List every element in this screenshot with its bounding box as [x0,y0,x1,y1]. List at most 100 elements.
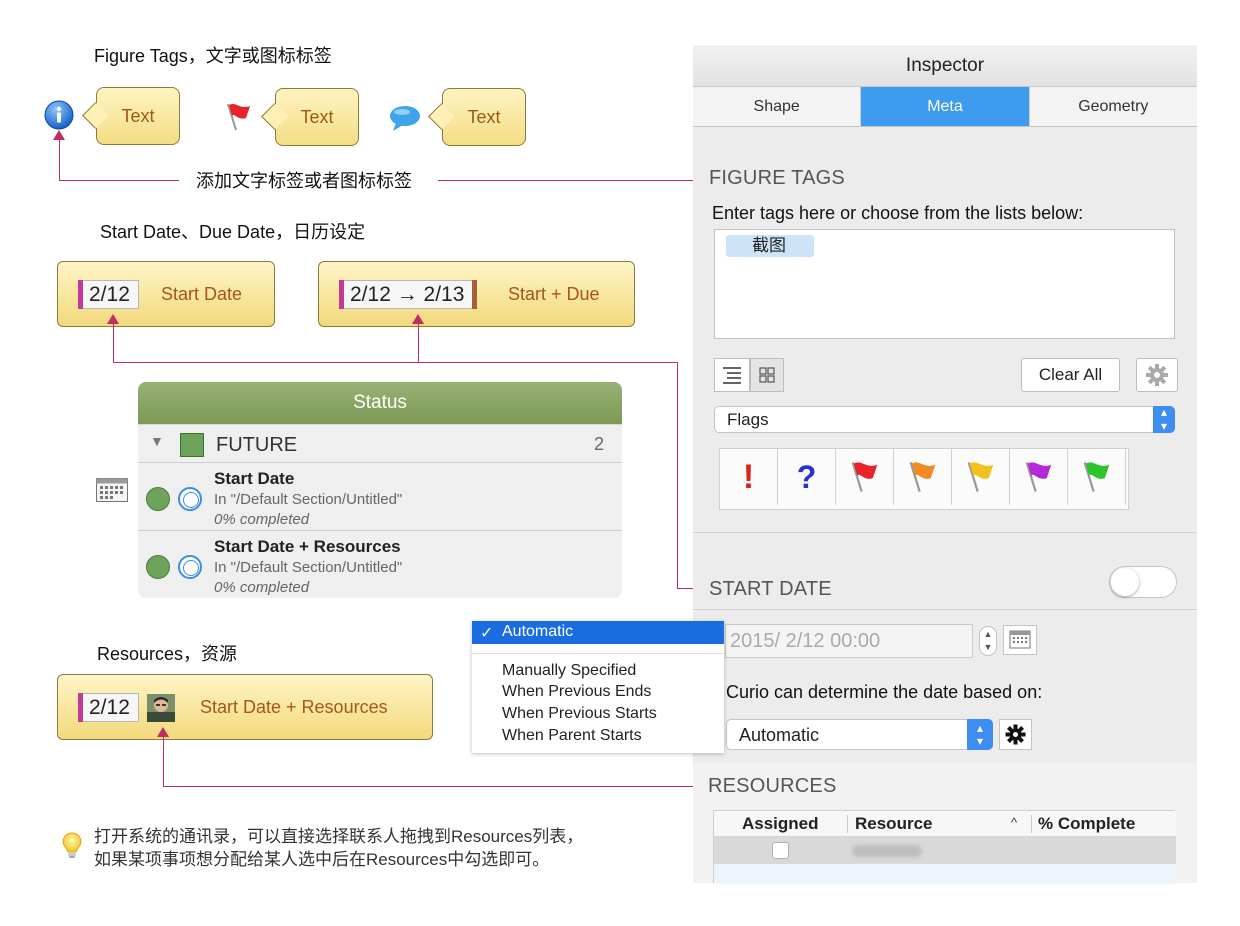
menu-item-parent-starts[interactable]: When Parent Starts [502,727,642,745]
date-value: 2/12 [89,696,130,719]
question-icon[interactable]: ? [778,449,836,505]
dates-caption: Start Date、Due Date，日历设定 [100,222,366,242]
row-progress: 0% completed [214,511,310,528]
row-progress: 0% completed [214,579,310,596]
gear-icon[interactable] [1136,358,1178,392]
figure-tags-caption: Figure Tags，文字或图标标签 [94,46,332,66]
row-title: Start Date [214,469,295,488]
sort-ascending-icon[interactable]: ^ [1011,815,1017,830]
menu-item-previous-starts[interactable]: When Previous Starts [502,705,657,723]
resources-caption: Resources，资源 [97,644,238,664]
tip-line-1: 打开系统的通讯录，可以直接选择联系人拖拽到Resources列表， [94,827,584,846]
divider [693,609,1197,610]
tag-label: Text [467,106,501,127]
clear-all-button[interactable]: Clear All [1021,358,1120,392]
date-badge: 2/12 [78,693,139,722]
tag-token[interactable]: 截图 [726,235,814,257]
tags-prompt: Enter tags here or choose from the lists… [712,203,1084,223]
card-label: Start Date + Resources [200,697,388,717]
flag-palette: ! ? [719,448,1129,510]
menu-item-manual[interactable]: Manually Specified [502,662,636,680]
column-separator [847,815,848,833]
status-list: Status ▼ FUTURE 2 Start Date In "/Defaul… [138,382,622,598]
date-stepper-icon[interactable]: ▲ ▼ [979,626,997,656]
date-mode-select[interactable]: Automatic ▴ ▾ [726,719,993,750]
grid-view-icon[interactable] [750,358,784,392]
connector-line [418,322,419,362]
row-title: Start Date + Resources [214,537,401,556]
resources-table: Assigned Resource ^ % Complete [713,810,1176,884]
date-mode-gear-icon[interactable] [999,719,1032,750]
tag-label: Text [121,105,155,126]
inspector-panel: Inspector Shape Meta Geometry FIGURE TAG… [693,45,1197,884]
column-separator [1031,815,1032,833]
tip-line-2: 如果某项事项想分配给某人选中后在Resources中勾选即可。 [94,850,550,869]
table-row[interactable] [714,864,1176,884]
status-row[interactable]: Start Date In "/Default Section/Untitled… [138,462,622,530]
status-group-row[interactable]: ▼ FUTURE 2 [138,424,622,462]
speech-bubble-icon [388,104,422,132]
menu-item-label: Automatic [502,623,574,640]
start-date-toggle[interactable] [1109,566,1177,598]
start-date-section-title: START DATE [709,578,832,600]
connector-line [163,735,164,786]
connector-line [163,786,707,787]
list-view-icon[interactable] [714,358,750,392]
assigned-checkbox[interactable] [772,842,789,859]
connector-line [113,362,677,363]
red-flag-icon[interactable] [836,449,894,505]
status-header: Status [138,382,622,424]
yellow-flag-icon[interactable] [952,449,1010,505]
checkmark-icon: ✓ [480,625,494,642]
tag-list-select[interactable]: Flags ▴ ▾ [714,406,1175,433]
tab-meta[interactable]: Meta [861,87,1030,126]
green-circle-icon [146,487,170,511]
card-label: Start + Due [508,284,600,304]
date-value: 2/12 → 2/13 [350,283,465,306]
row-path: In "/Default Section/Untitled" [214,491,403,508]
connector-line [677,362,678,588]
avatar [147,694,175,722]
tag-list-value: Flags [727,410,769,429]
tag-bubble-3: Text [442,88,526,146]
orange-flag-icon[interactable] [894,449,952,505]
start-due-card: 2/12 → 2/13 Start + Due [318,261,635,327]
tab-geometry[interactable]: Geometry [1029,87,1197,126]
tab-shape[interactable]: Shape [693,87,862,126]
tag-label: Text [300,106,334,127]
tag-bubble-2: Text [275,88,359,146]
date-picker-calendar-icon[interactable] [1003,625,1037,655]
card-label: Start Date [161,284,243,304]
table-row[interactable] [714,837,1176,864]
resources-card: 2/12 Start Date + Resources [57,674,433,740]
inspector-title: Inspector [693,45,1197,87]
connector-line [59,139,60,181]
menu-item-previous-ends[interactable]: When Previous Ends [502,683,651,701]
column-resource[interactable]: Resource [855,814,932,834]
group-count: 2 [593,434,604,454]
group-name: FUTURE [216,434,298,456]
progress-circle-icon[interactable] [178,487,202,511]
tags-input[interactable]: 截图 [714,229,1175,339]
disclosure-triangle-icon[interactable]: ▼ [150,433,164,449]
inspector-tabs: Shape Meta Geometry [693,87,1197,127]
date-mode-value: Automatic [739,725,820,745]
status-row[interactable]: Start Date + Resources In "/Default Sect… [138,530,622,598]
column-percent-complete[interactable]: % Complete [1038,814,1135,834]
tag-bubble-1: Text [96,87,180,145]
green-flag-icon[interactable] [1068,449,1126,505]
resources-section-title: RESOURCES [708,775,837,797]
purple-flag-icon[interactable] [1010,449,1068,505]
exclamation-icon[interactable]: ! [720,449,778,505]
date-badge: 2/12 → 2/13 [339,280,478,309]
start-date-field[interactable]: 2015/ 2/12 00:00 [725,624,973,658]
add-tag-note: 添加文字标签或者图标标签 [196,171,412,191]
calendar-icon [96,478,128,502]
menu-item-selected[interactable]: ✓ Automatic [472,621,724,644]
toggle-knob [1111,568,1139,596]
progress-circle-icon[interactable] [178,555,202,579]
start-date-card: 2/12 Start Date [57,261,275,327]
column-assigned[interactable]: Assigned [742,814,819,834]
info-icon [44,100,74,130]
menu-separator [472,653,724,654]
